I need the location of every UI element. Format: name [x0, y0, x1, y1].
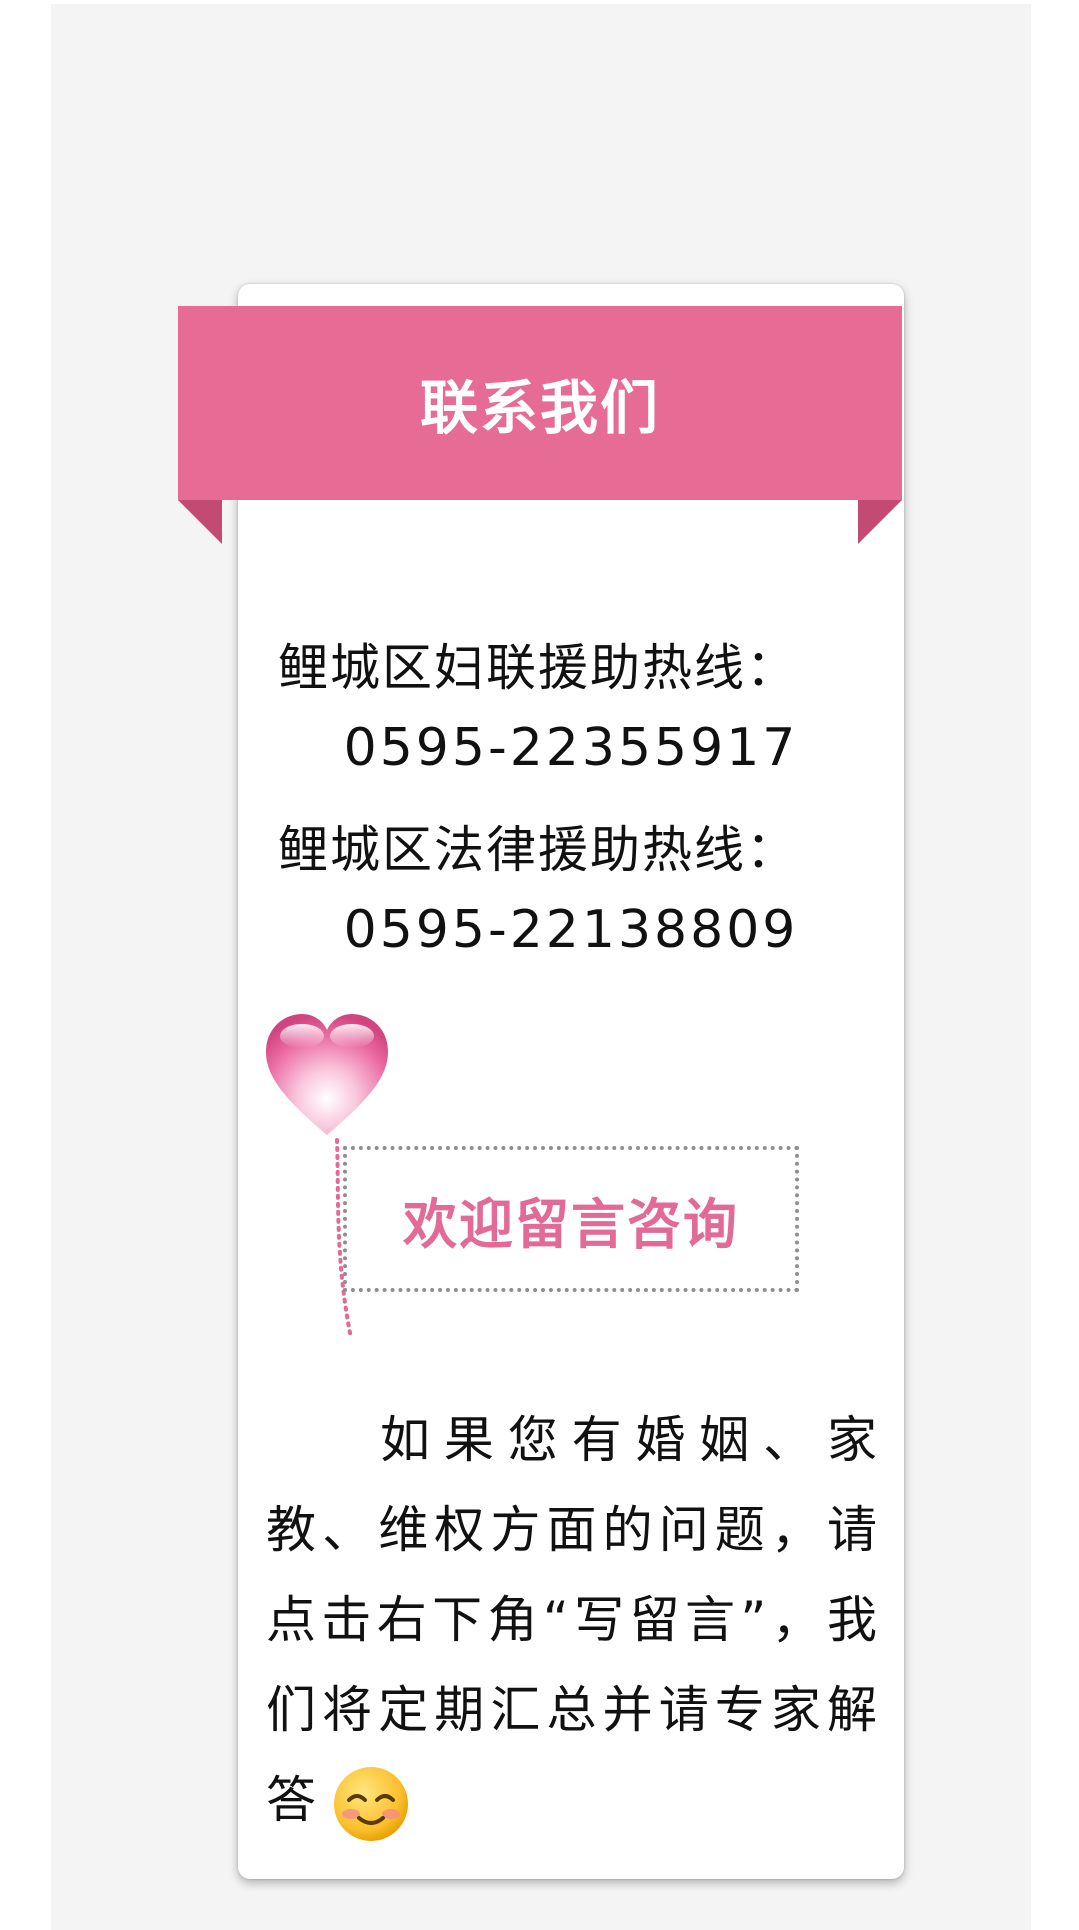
page-title: 联系我们 [419, 374, 660, 442]
title-ribbon: 联系我们 [178, 306, 902, 500]
heart-balloon-icon [266, 1014, 388, 1135]
legal-aid-hotline-label: 鲤城区法律援助热线： [278, 821, 798, 879]
legal-aid-hotline-number[interactable]: 0595-22138809 [238, 900, 904, 960]
consult-label: 欢迎留言咨询 [403, 1192, 739, 1256]
message-paragraph: 如果您有婚姻、家教、维权方面的问题，请点击右下角“写留言”，我们将定期汇总并请专… [266, 1395, 880, 1845]
women-federation-hotline-number[interactable]: 0595-22355917 [238, 718, 904, 778]
women-federation-hotline-label: 鲤城区妇联援助热线： [278, 639, 798, 697]
smiling-face-icon [334, 1766, 408, 1841]
consult-box: 欢迎留言咨询 [343, 1146, 799, 1292]
